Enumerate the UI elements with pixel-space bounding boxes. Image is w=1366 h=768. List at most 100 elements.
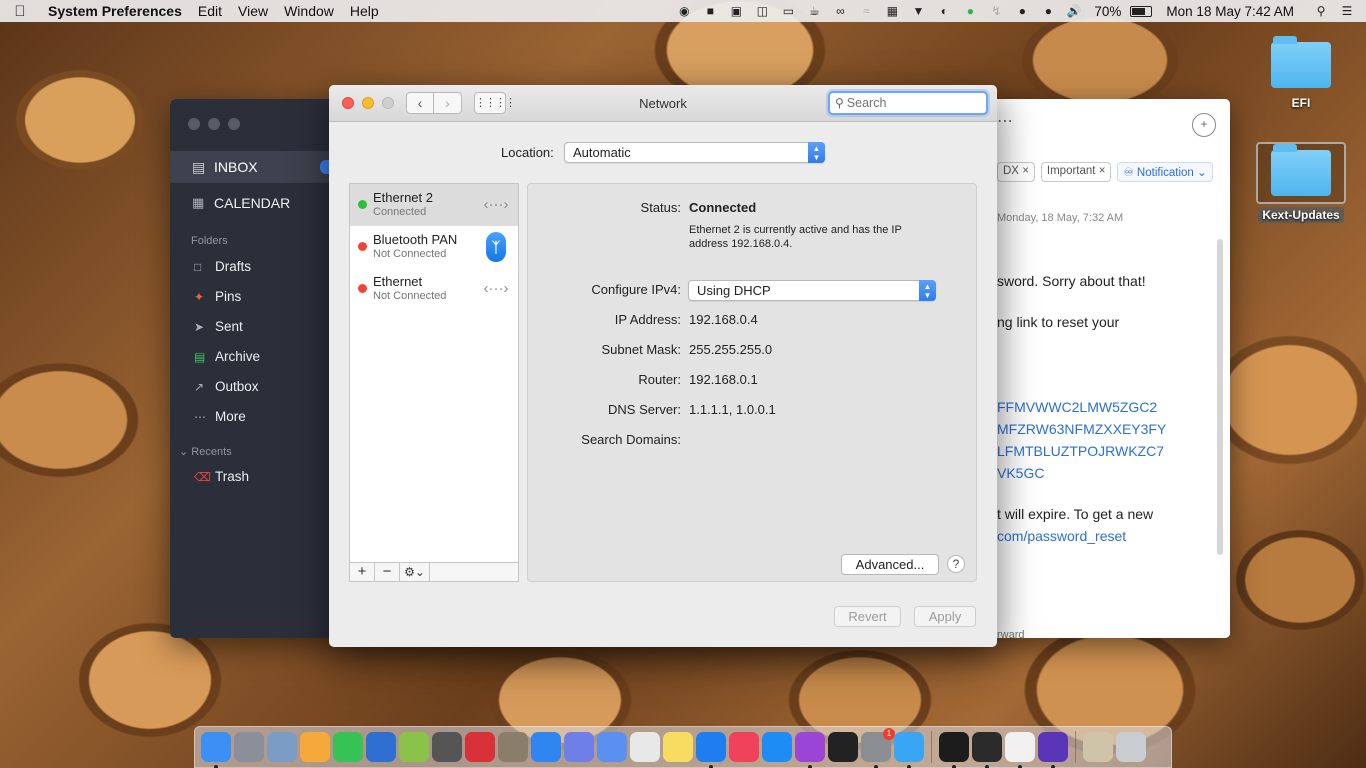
tag-dx[interactable]: DX × (997, 162, 1035, 182)
service-ethernet[interactable]: Ethernet Not Connected ‹···› (350, 268, 518, 310)
dock-final-cut-icon[interactable] (432, 732, 462, 762)
dock-photos-icon[interactable] (300, 732, 330, 762)
forward-button[interactable]: rward (997, 629, 1025, 638)
configure-ipv4-popup[interactable]: Using DHCP ▲ ▼ (688, 280, 936, 301)
more-options-icon[interactable]: ⋯ (997, 111, 1013, 131)
sidebar-item-outbox[interactable]: ↗ Outbox (194, 379, 259, 394)
sidebar-item-inbox[interactable]: ▤ INBOX (170, 151, 330, 183)
dock-messages-icon[interactable] (894, 732, 924, 768)
dock-activity-monitor-icon[interactable] (972, 732, 1002, 768)
sidebar-item-pins[interactable]: ✦ Pins (194, 289, 241, 304)
dock-terminal-icon[interactable] (939, 732, 969, 768)
revert-button[interactable]: Revert (834, 606, 901, 627)
status-display-icon[interactable]: ▭ (775, 4, 801, 18)
reset-token-link[interactable]: FFMVWWC2LMW5ZGC2 (997, 399, 1157, 415)
tag-notification[interactable]: ♾ Notification ⌄ (1117, 162, 1213, 182)
dock-gimp-icon[interactable] (498, 732, 528, 762)
wifi-icon[interactable]: ≈ (853, 4, 879, 18)
sidebar-item-calendar[interactable]: ▦ CALENDAR (192, 195, 290, 211)
reset-token-link[interactable]: VK5GC (997, 465, 1044, 481)
clock[interactable]: Mon 18 May 7:42 AM (1154, 4, 1308, 19)
status-n-icon[interactable]: ● (957, 4, 983, 18)
battery-percent[interactable]: 70% (1087, 4, 1128, 19)
desktop-folder-efi[interactable]: EFI (1256, 36, 1346, 110)
status-clipboard-icon[interactable]: ◫ (749, 4, 775, 18)
dock-notes-icon[interactable] (663, 732, 693, 762)
chevron-down-icon[interactable]: ⌄ (1197, 167, 1207, 179)
apple-menu-icon[interactable]:  (0, 3, 40, 20)
menu-edit[interactable]: Edit (190, 3, 230, 19)
dock-preview-icon[interactable] (267, 732, 297, 762)
status-glasses-icon[interactable]: ∞ (827, 4, 853, 18)
add-contact-icon[interactable]: + (1192, 113, 1216, 137)
status-coffee-icon[interactable]: ☕ (801, 4, 827, 18)
dock-reminders-icon[interactable] (630, 732, 660, 762)
remove-tag-icon[interactable]: × (1022, 165, 1029, 177)
menu-help[interactable]: Help (342, 3, 387, 19)
menu-view[interactable]: View (230, 3, 276, 19)
dock-app-store-icon[interactable] (762, 732, 792, 762)
service-ethernet-2[interactable]: Ethernet 2 Connected ‹···› (350, 184, 518, 226)
title-bar[interactable]: ‹ › ⋮⋮⋮⋮ Network ⚲ (329, 85, 997, 122)
battery-icon[interactable] (1128, 4, 1154, 18)
add-service-button[interactable]: + (350, 563, 375, 581)
status-gauge-icon[interactable]: ◐ (931, 4, 957, 18)
sidebar-item-more[interactable]: ⋯ More (194, 409, 246, 424)
bluetooth-icon[interactable]: ↯ (983, 4, 1009, 18)
help-button[interactable]: ? (947, 555, 965, 573)
reset-token-link[interactable]: LFMTBLUZTPOJRWKZC7 (997, 443, 1164, 459)
dock-vectorize-icon[interactable] (399, 732, 429, 762)
dock-java-icon[interactable] (1005, 732, 1035, 768)
chevron-down-icon[interactable]: ⌄ (179, 446, 188, 458)
status-calendar-icon[interactable]: ▦ (879, 4, 905, 18)
search-field[interactable]: ⚲ (828, 91, 988, 115)
menu-window[interactable]: Window (276, 3, 342, 19)
dock-system-preferences-icon[interactable]: 1 (861, 728, 895, 768)
dock-apple-tv-icon[interactable] (828, 732, 858, 762)
minimize-button[interactable] (208, 118, 220, 130)
volume-icon[interactable]: 🔊 (1061, 4, 1087, 18)
sidebar-item-trash[interactable]: ⌫ Trash (194, 469, 249, 484)
remove-tag-icon[interactable]: × (1099, 165, 1106, 177)
close-button[interactable] (188, 118, 200, 130)
service-bluetooth-pan[interactable]: Bluetooth PAN Not Connected ᛉ (350, 226, 518, 268)
zoom-button[interactable] (228, 118, 240, 130)
reset-token-link[interactable]: MFZRW63NFMZXXEY3FY (997, 421, 1166, 437)
sidebar-item-archive[interactable]: ▤ Archive (194, 349, 260, 364)
dock-finder-icon[interactable] (201, 732, 231, 768)
dock-podcasts-icon[interactable] (795, 732, 825, 768)
status-m-icon[interactable]: ◉ (671, 4, 697, 18)
scrollbar[interactable] (1217, 239, 1223, 555)
notification-center-icon[interactable]: ☰ (1334, 4, 1360, 18)
dock-music-icon[interactable] (729, 732, 759, 762)
apply-button[interactable]: Apply (914, 606, 976, 627)
dock-safari-icon[interactable] (531, 732, 561, 762)
remove-service-button[interactable]: − (375, 563, 400, 581)
dock-drop-icon[interactable] (597, 732, 627, 762)
tag-important[interactable]: Important × (1040, 162, 1112, 182)
desktop-folder-kext-updates[interactable]: Kext-Updates (1256, 142, 1346, 223)
status-nts-icon[interactable]: ▣ (723, 4, 749, 18)
dock-brave-icon[interactable] (1038, 732, 1068, 768)
status-dot2-icon[interactable]: ● (1035, 4, 1061, 18)
dock-facetime-icon[interactable] (333, 732, 363, 762)
dock-trash-icon[interactable] (1116, 732, 1146, 762)
location-popup[interactable]: Automatic ▲ ▼ (564, 142, 825, 163)
status-app-icon[interactable]: ■ (697, 4, 723, 18)
search-input[interactable] (846, 96, 967, 110)
spotlight-icon[interactable]: ⚲ (1308, 4, 1334, 18)
sidebar-item-drafts[interactable]: □ Drafts (194, 259, 251, 274)
dock-spark-icon[interactable] (696, 732, 726, 768)
password-reset-link[interactable]: com/password_reset (997, 528, 1126, 544)
menu-app-name[interactable]: System Preferences (40, 3, 190, 19)
sidebar-item-sent[interactable]: ➤ Sent (194, 319, 243, 334)
service-actions-button[interactable]: ⚙⌄ (400, 563, 430, 581)
dock-archive-utility-icon[interactable] (1083, 732, 1113, 762)
dock-music-maker-icon[interactable] (465, 732, 495, 762)
dock-discord-icon[interactable] (564, 732, 594, 762)
advanced-button[interactable]: Advanced... (841, 554, 939, 575)
status-shield-icon[interactable]: ▼ (905, 4, 931, 18)
status-dot-icon[interactable]: ● (1009, 4, 1035, 18)
dock-quicktime-icon[interactable] (366, 732, 396, 762)
dock-launchpad-icon[interactable] (234, 732, 264, 762)
